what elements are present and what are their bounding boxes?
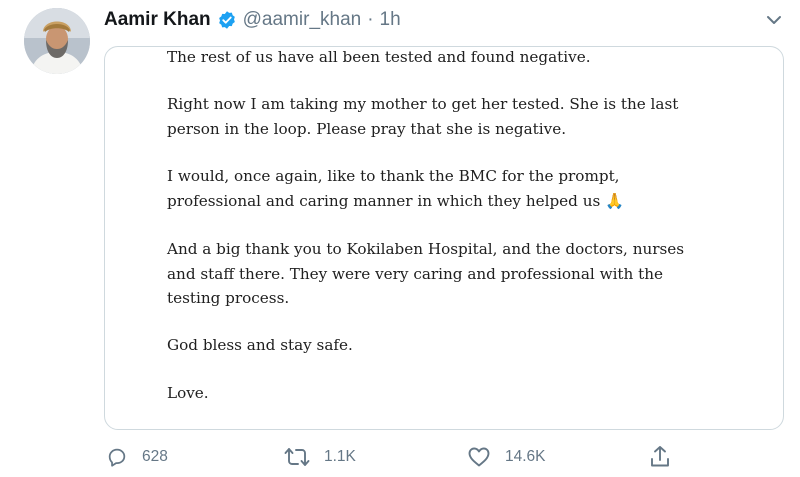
like-count: 14.6K [505,448,546,465]
note-line: I would, once again, like to thank the B… [167,167,620,185]
tweet-header: Aamir Khan @aamir_khan · 1h [104,6,401,34]
retweet-icon [284,448,310,466]
attached-note-image[interactable]: The rest of us have all been tested and … [104,46,784,430]
note-line: God bless and stay safe. [167,336,353,354]
note-line: and staff there. They were very caring a… [167,264,664,283]
note-line: professional and caring manner in which … [167,191,625,210]
retweet-button[interactable]: 1.1K [284,444,356,470]
share-button[interactable] [649,444,671,470]
note-paragraph: And a big thank you to Kokilaben Hospita… [167,237,767,311]
note-paragraph: God bless and stay safe. [167,333,767,358]
display-name[interactable]: Aamir Khan [104,9,211,31]
note-line: person in the loop. Please pray that she… [167,119,567,138]
retweet-count: 1.1K [324,448,356,465]
chevron-down-icon[interactable] [764,10,784,30]
note-paragraph: The rest of us have all been tested and … [167,47,767,70]
note-paragraph: Love. [167,381,767,406]
note-line: Love. [167,384,209,402]
timestamp[interactable]: 1h [380,9,401,31]
separator-dot: · [367,9,374,30]
person-avatar-icon [24,8,90,74]
note-line: And a big thank you to Kokilaben Hospita… [167,240,685,258]
handle[interactable]: @aamir_khan [243,9,362,31]
reply-count: 628 [142,448,168,465]
note-paragraph: Right now I am taking my mother to get h… [167,92,767,141]
reply-button[interactable]: 628 [106,444,168,470]
share-icon [651,446,669,467]
heart-icon [468,447,490,467]
tweet: Aamir Khan @aamir_khan · 1h The rest of … [0,0,800,477]
note-paragraph: I would, once again, like to thank the B… [167,164,767,213]
like-button[interactable]: 14.6K [467,444,546,470]
note-line: Right now I am taking my mother to get h… [167,95,679,113]
reply-icon [108,448,126,467]
tweet-actions: 628 1.1K 14.6K [104,444,704,470]
avatar[interactable] [24,8,90,74]
note-line: testing process. [167,289,290,307]
note-line: The rest of us have all been tested and … [167,48,591,66]
verified-badge-icon [217,10,237,30]
